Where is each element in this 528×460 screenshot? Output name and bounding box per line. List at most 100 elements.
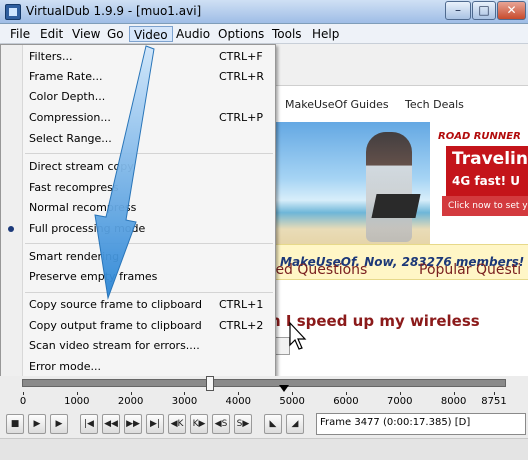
playback-toolbar: ■ ▶ ▶ |◀ ◀◀ ▶▶ ▶| ◀K K▶ ◀S S▶ ◣ ◢ Frame 3477 (0:00:1… <box>0 408 528 438</box>
menu-item-select-range[interactable]: Select Range... <box>1 129 275 149</box>
menu-item-label: Normal recompress <box>29 201 137 214</box>
button-glyph: ▶▶ <box>126 419 140 429</box>
frame-ad-banner: ROAD RUNNER Traveling 4G fast! U Click n… <box>270 122 528 248</box>
button-glyph: ◀S <box>214 419 228 429</box>
frame-ad-laptop <box>371 194 421 218</box>
play-input-button-icon[interactable]: ▶ <box>28 414 46 434</box>
timeline-thumb[interactable] <box>206 376 215 391</box>
frame-readout-text: Frame 3477 (0:00:17.385) [D] <box>320 417 471 428</box>
timeline-tick <box>453 392 455 395</box>
menu-item-label: Copy source frame to clipboard <box>29 298 202 311</box>
timeline-tick <box>76 392 78 395</box>
timeline-tick-label: 5000 <box>279 396 305 407</box>
menu-options[interactable]: Options <box>214 26 268 42</box>
menu-file[interactable]: File <box>6 26 34 42</box>
menu-item-shortcut: CTRL+2 <box>219 319 264 332</box>
scene-forward-button-icon[interactable]: S▶ <box>234 414 252 434</box>
timeline-tick-label: 4000 <box>225 396 252 407</box>
go-end-button-icon[interactable]: ▶| <box>146 414 164 434</box>
timeline-tick <box>23 392 24 395</box>
menu-item-color-depth[interactable]: Color Depth... <box>1 87 275 107</box>
window-title: VirtualDub 1.9.9 - [muo1.avi] <box>26 4 202 18</box>
button-glyph: ▶| <box>150 419 160 429</box>
menu-item-shortcut: CTRL+R <box>219 70 265 83</box>
timeline-tick-label: 7000 <box>387 396 413 407</box>
menu-item-fast-recompress[interactable]: Fast recompress <box>1 178 275 198</box>
play-output-button-icon[interactable]: ▶ <box>50 414 68 434</box>
frame-ad-headline-2: 4G fast! U <box>452 174 520 188</box>
menu-item-label: Select Range... <box>29 132 112 145</box>
frame-ad-subtext: Click now to set y <box>442 196 528 216</box>
menu-separator <box>25 153 273 154</box>
timeline-tick <box>399 392 401 395</box>
menu-item-label: Frame Rate... <box>29 70 103 83</box>
minimize-button[interactable]: – <box>445 1 471 20</box>
frame-ad-person <box>366 132 412 242</box>
timeline-tick <box>345 392 347 395</box>
menu-item-direct-stream-copy[interactable]: Direct stream copy <box>1 157 275 177</box>
timeline-tick <box>238 392 240 395</box>
menu-help[interactable]: Help <box>308 26 343 42</box>
menu-item-normal-recompress[interactable]: Normal recompress <box>1 198 275 218</box>
button-glyph: K▶ <box>192 419 206 429</box>
menu-tools[interactable]: Tools <box>268 26 306 42</box>
menu-item-filters[interactable]: Filters... CTRL+F <box>1 47 275 67</box>
app-icon <box>5 4 21 20</box>
timeline-scrubber[interactable]: 0 1000 2000 3000 4000 5000 6000 7000 8000 8751 <box>0 376 528 408</box>
menu-item-label: Smart rendering <box>29 250 120 263</box>
menu-video[interactable]: Video <box>129 26 173 42</box>
menu-item-compression[interactable]: Compression... CTRL+P <box>1 108 275 128</box>
menu-item-full-processing[interactable]: Full processing mode <box>1 219 275 239</box>
timeline-tick-label: 8751 <box>481 396 507 407</box>
prev-keyframe-button-icon[interactable]: ◀K <box>168 414 186 434</box>
mark-out-button-icon[interactable]: ◢ <box>286 414 304 434</box>
mark-in-button-icon[interactable]: ◣ <box>264 414 282 434</box>
go-start-button-icon[interactable]: |◀ <box>80 414 98 434</box>
menu-item-shortcut: CTRL+F <box>219 50 263 63</box>
frame-readout-field: Frame 3477 (0:00:17.385) [D] <box>316 413 526 435</box>
menu-item-smart-rendering[interactable]: Smart rendering <box>1 247 275 267</box>
menu-item-shortcut: CTRL+1 <box>219 298 264 311</box>
timeline-tick <box>184 392 186 395</box>
video-menu-dropdown: Filters... CTRL+F Frame Rate... CTRL+R C… <box>0 44 276 378</box>
frame-ad-headline: Traveling 4G fast! U <box>446 146 528 196</box>
menu-item-scan-video-stream[interactable]: Scan video stream for errors.... <box>1 336 275 356</box>
frame-tab-popular: Popular Questi <box>419 262 522 278</box>
menu-audio[interactable]: Audio <box>172 26 214 42</box>
scene-back-button-icon[interactable]: ◀S <box>212 414 230 434</box>
frame-nav-link-guides: MakeUseOf Guides <box>285 98 389 111</box>
next-keyframe-button-icon[interactable]: K▶ <box>190 414 208 434</box>
close-button[interactable]: ✕ <box>497 1 526 20</box>
menu-item-label: Copy output frame to clipboard <box>29 319 202 332</box>
timeline-tick-label: 2000 <box>117 396 144 407</box>
menu-view[interactable]: View <box>68 26 104 42</box>
menu-item-label: Scan video stream for errors.... <box>29 339 200 352</box>
stop-button-icon[interactable]: ■ <box>6 414 24 434</box>
timeline-track[interactable] <box>22 379 506 387</box>
frame-nav-link-deals: Tech Deals <box>405 98 464 111</box>
step-forward-button-icon[interactable]: ▶▶ <box>124 414 142 434</box>
menu-item-frame-rate[interactable]: Frame Rate... CTRL+R <box>1 67 275 87</box>
menu-edit[interactable]: Edit <box>36 26 67 42</box>
menu-item-label: Error mode... <box>29 360 101 373</box>
mouse-pointer-icon <box>289 321 307 350</box>
button-glyph: ■ <box>10 419 20 429</box>
menu-bar: File Edit View Go Video Audio Options To… <box>0 24 528 44</box>
timeline-tick <box>292 392 294 395</box>
menu-separator <box>25 243 273 244</box>
menu-item-preserve-empty-frames[interactable]: Preserve empty frames <box>1 267 275 287</box>
step-back-button-icon[interactable]: ◀◀ <box>102 414 120 434</box>
timeline-tick <box>130 392 132 395</box>
timeline-tick-label: 6000 <box>333 396 359 407</box>
menu-item-label: Filters... <box>29 50 73 63</box>
maximize-button[interactable]: □ <box>472 1 496 20</box>
menu-item-copy-output-frame[interactable]: Copy output frame to clipboard CTRL+2 <box>1 316 275 336</box>
menu-separator <box>25 292 273 293</box>
menu-item-label: Compression... <box>29 111 111 124</box>
menu-item-label: Full processing mode <box>29 222 146 235</box>
menu-go[interactable]: Go <box>103 26 128 42</box>
button-glyph: ◀◀ <box>104 419 118 429</box>
menu-item-label: Direct stream copy <box>29 160 134 173</box>
menu-item-error-mode[interactable]: Error mode... <box>1 357 275 377</box>
menu-item-copy-source-frame[interactable]: Copy source frame to clipboard CTRL+1 <box>1 295 275 315</box>
